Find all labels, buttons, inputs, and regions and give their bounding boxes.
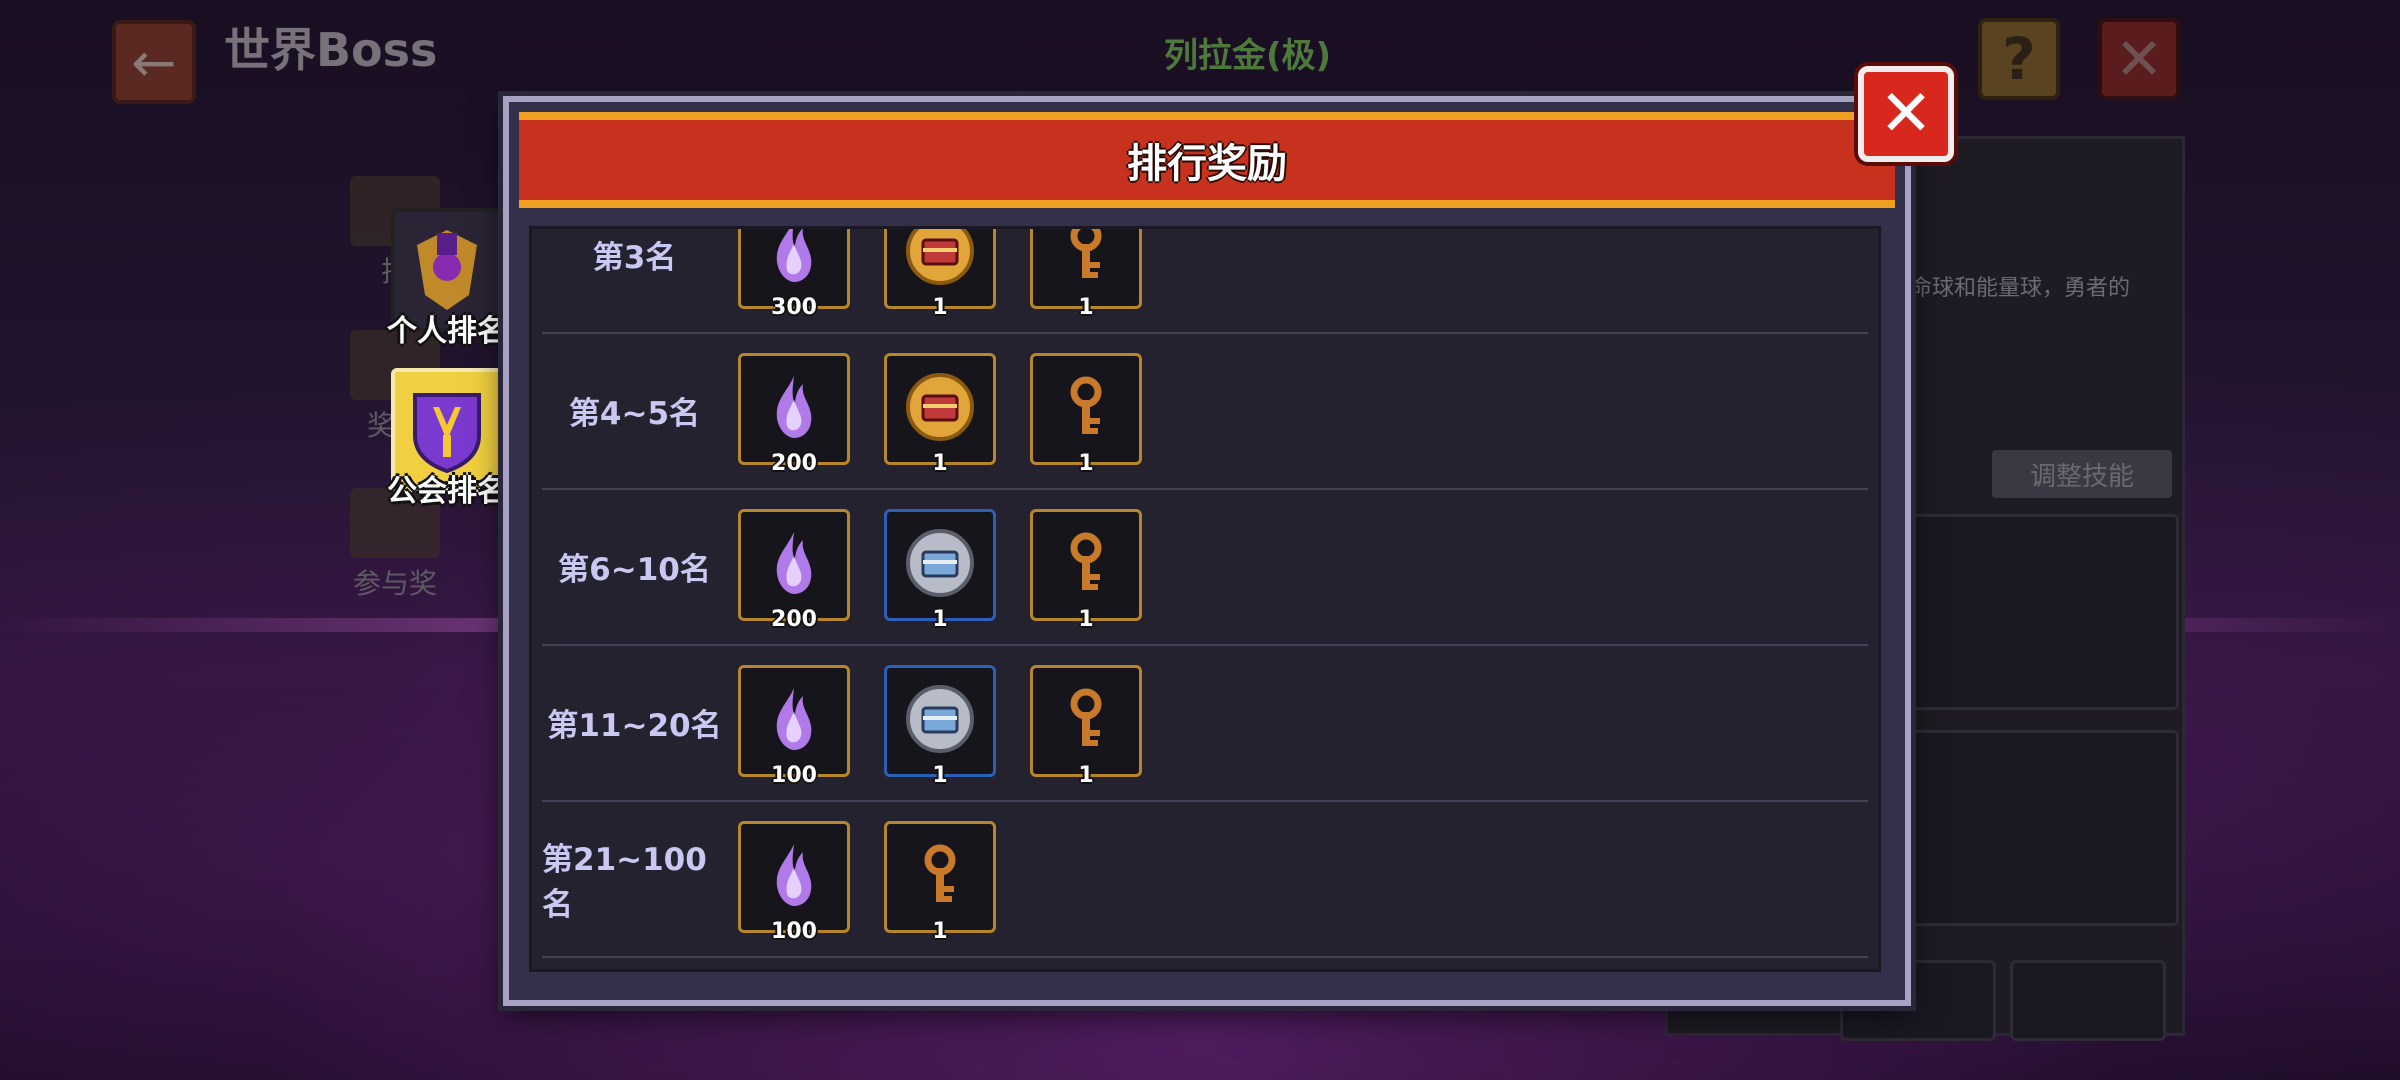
reward-quantity: 200 (771, 451, 817, 476)
reward-item[interactable]: 200 (738, 509, 850, 632)
rank-label: 第3名 (592, 240, 677, 276)
skill-description: 命球和能量球，勇者的 (1910, 276, 2131, 301)
reward-quantity: 100 (771, 763, 817, 788)
reward-quantity: 1 (932, 295, 948, 320)
close-icon: ✕ (2114, 25, 2164, 93)
skill-slot[interactable] (2010, 960, 2166, 1041)
reward-item[interactable]: 1 (1030, 229, 1142, 320)
reward-item[interactable]: 200 (738, 353, 850, 476)
reward-quantity: 200 (771, 607, 817, 632)
reward-row: 第11~20名 100 1 1 (542, 645, 1868, 802)
modal-title: 排行奖励 (1127, 141, 1287, 187)
reward-quantity: 1 (1078, 295, 1094, 320)
left-menu-label: 参与奖 (352, 567, 437, 600)
close-icon: ✕ (1879, 77, 1933, 151)
rank-label: 第21~100名 (542, 841, 707, 923)
reward-item[interactable]: 1 (1030, 353, 1142, 476)
question-icon: ? (2002, 25, 2036, 93)
ranking-rewards-modal: 排行奖励 第3名 300 1 1 第4~5名 200 1 1 第6~10名 200 1 1 第11~20… (503, 96, 1911, 1006)
boss-name: 列拉金(极) (1164, 36, 1332, 76)
reward-quantity: 300 (771, 295, 817, 320)
reward-item[interactable]: 1 (884, 665, 996, 788)
reward-item[interactable]: 1 (884, 509, 996, 632)
tab-label: 公会排名 (387, 474, 507, 509)
tab-guild-rank[interactable]: 公会排名 (382, 368, 512, 510)
page-title: 世界Boss (224, 23, 438, 77)
reward-item[interactable]: 1 (1030, 665, 1142, 788)
reward-item[interactable]: 100 (738, 665, 850, 788)
reward-item[interactable]: 1 (1030, 509, 1142, 632)
help-button[interactable]: ? (1978, 18, 2060, 100)
reward-quantity: 100 (771, 919, 817, 944)
reward-item[interactable]: 1 (884, 353, 996, 476)
reward-item[interactable]: 1 (884, 821, 996, 944)
reward-item[interactable]: 1 (884, 229, 996, 320)
reward-row: 第21~100名 100 1 (542, 801, 1868, 958)
rank-label: 第4~5名 (568, 396, 701, 432)
reward-quantity: 1 (932, 451, 948, 476)
reward-item[interactable]: 100 (738, 821, 850, 944)
reward-item[interactable]: 300 (738, 229, 850, 320)
reward-quantity: 1 (1078, 451, 1094, 476)
tab-personal-rank[interactable]: 个人排名 (382, 208, 512, 350)
reward-quantity: 1 (932, 919, 948, 944)
rank-label: 第11~20名 (547, 708, 722, 744)
skill-slot[interactable] (1905, 730, 2179, 926)
reward-quantity: 1 (1078, 607, 1094, 632)
modal-header: 排行奖励 (519, 112, 1895, 208)
reward-quantity: 1 (932, 763, 948, 788)
reward-row-partial (542, 957, 1868, 969)
back-arrow-icon: ← (131, 30, 177, 94)
adjust-skill-button[interactable]: 调整技能 (1992, 450, 2172, 498)
rank-label: 第6~10名 (558, 552, 711, 588)
skill-slot[interactable] (1905, 514, 2179, 710)
tab-label: 个人排名 (387, 314, 507, 349)
reward-row: 第6~10名 200 1 1 (542, 489, 1868, 646)
back-button[interactable]: ← (112, 20, 196, 104)
exit-button[interactable]: ✕ (2098, 18, 2180, 100)
reward-row: 第3名 300 1 1 (542, 229, 1868, 334)
modal-close-button[interactable]: ✕ (1858, 66, 1954, 162)
reward-quantity: 1 (1078, 763, 1094, 788)
reward-quantity: 1 (932, 607, 948, 632)
reward-list[interactable]: 第3名 300 1 1 第4~5名 200 1 1 第6~10名 200 1 1 第11~20名 100 1… (529, 226, 1881, 972)
reward-row: 第4~5名 200 1 1 (542, 333, 1868, 490)
